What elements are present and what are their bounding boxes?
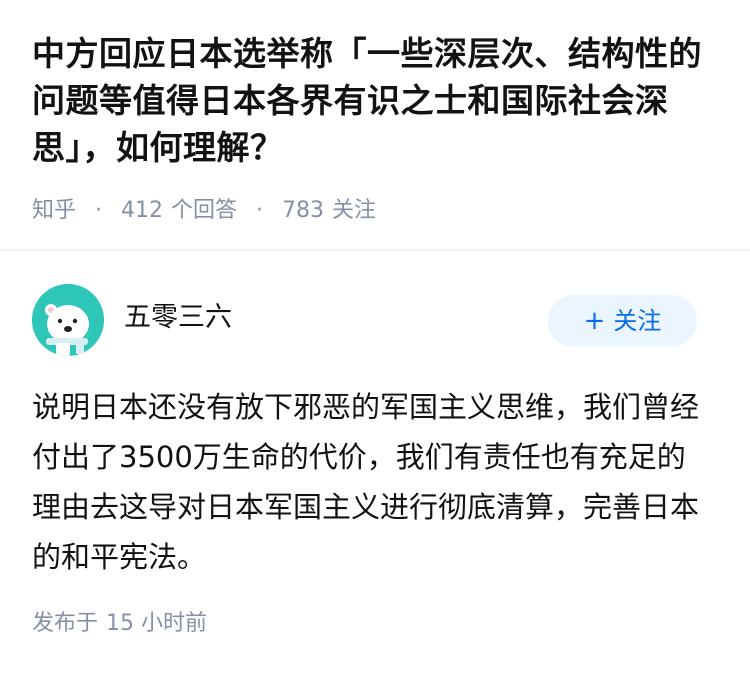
meta-separator-2: ·: [256, 198, 264, 223]
publish-time-value: 15 小时前: [106, 611, 208, 636]
follow-button[interactable]: + 关注: [548, 295, 697, 347]
meta-separator: ·: [95, 198, 103, 223]
answer-card: 五零三六 + 关注 说明日本还没有放下邪恶的军国主义思维，我们曾经付出了3500万…: [0, 251, 750, 678]
answer-content[interactable]: 说明日本还没有放下邪恶的军国主义思维，我们曾经付出了3500万生命的代价，我们有…: [32, 382, 712, 582]
plus-icon: +: [583, 306, 606, 336]
polar-bear-avatar-icon: [32, 284, 104, 356]
question-title[interactable]: 中方回应日本选举称「一些深层次、结构性的问题等值得日本各界有识之士和国际社会深思…: [32, 30, 732, 171]
follow-count-unit: 关注: [332, 198, 377, 223]
follow-button-label: 关注: [613, 307, 662, 335]
follow-count: 783: [282, 198, 325, 223]
publish-label: 发布于: [32, 611, 99, 636]
avatar[interactable]: [32, 284, 104, 356]
author-name[interactable]: 五零三六: [124, 301, 232, 335]
publish-time: 发布于 15 小时前: [32, 609, 207, 639]
question-header: 中方回应日本选举称「一些深层次、结构性的问题等值得日本各界有识之士和国际社会深思…: [0, 0, 750, 249]
answer-count-unit: 个回答: [171, 198, 238, 223]
answer-count: 412: [121, 198, 164, 223]
source-label[interactable]: 知乎: [32, 198, 76, 223]
question-meta: 知乎 · 412 个回答 · 783 关注: [32, 196, 376, 226]
